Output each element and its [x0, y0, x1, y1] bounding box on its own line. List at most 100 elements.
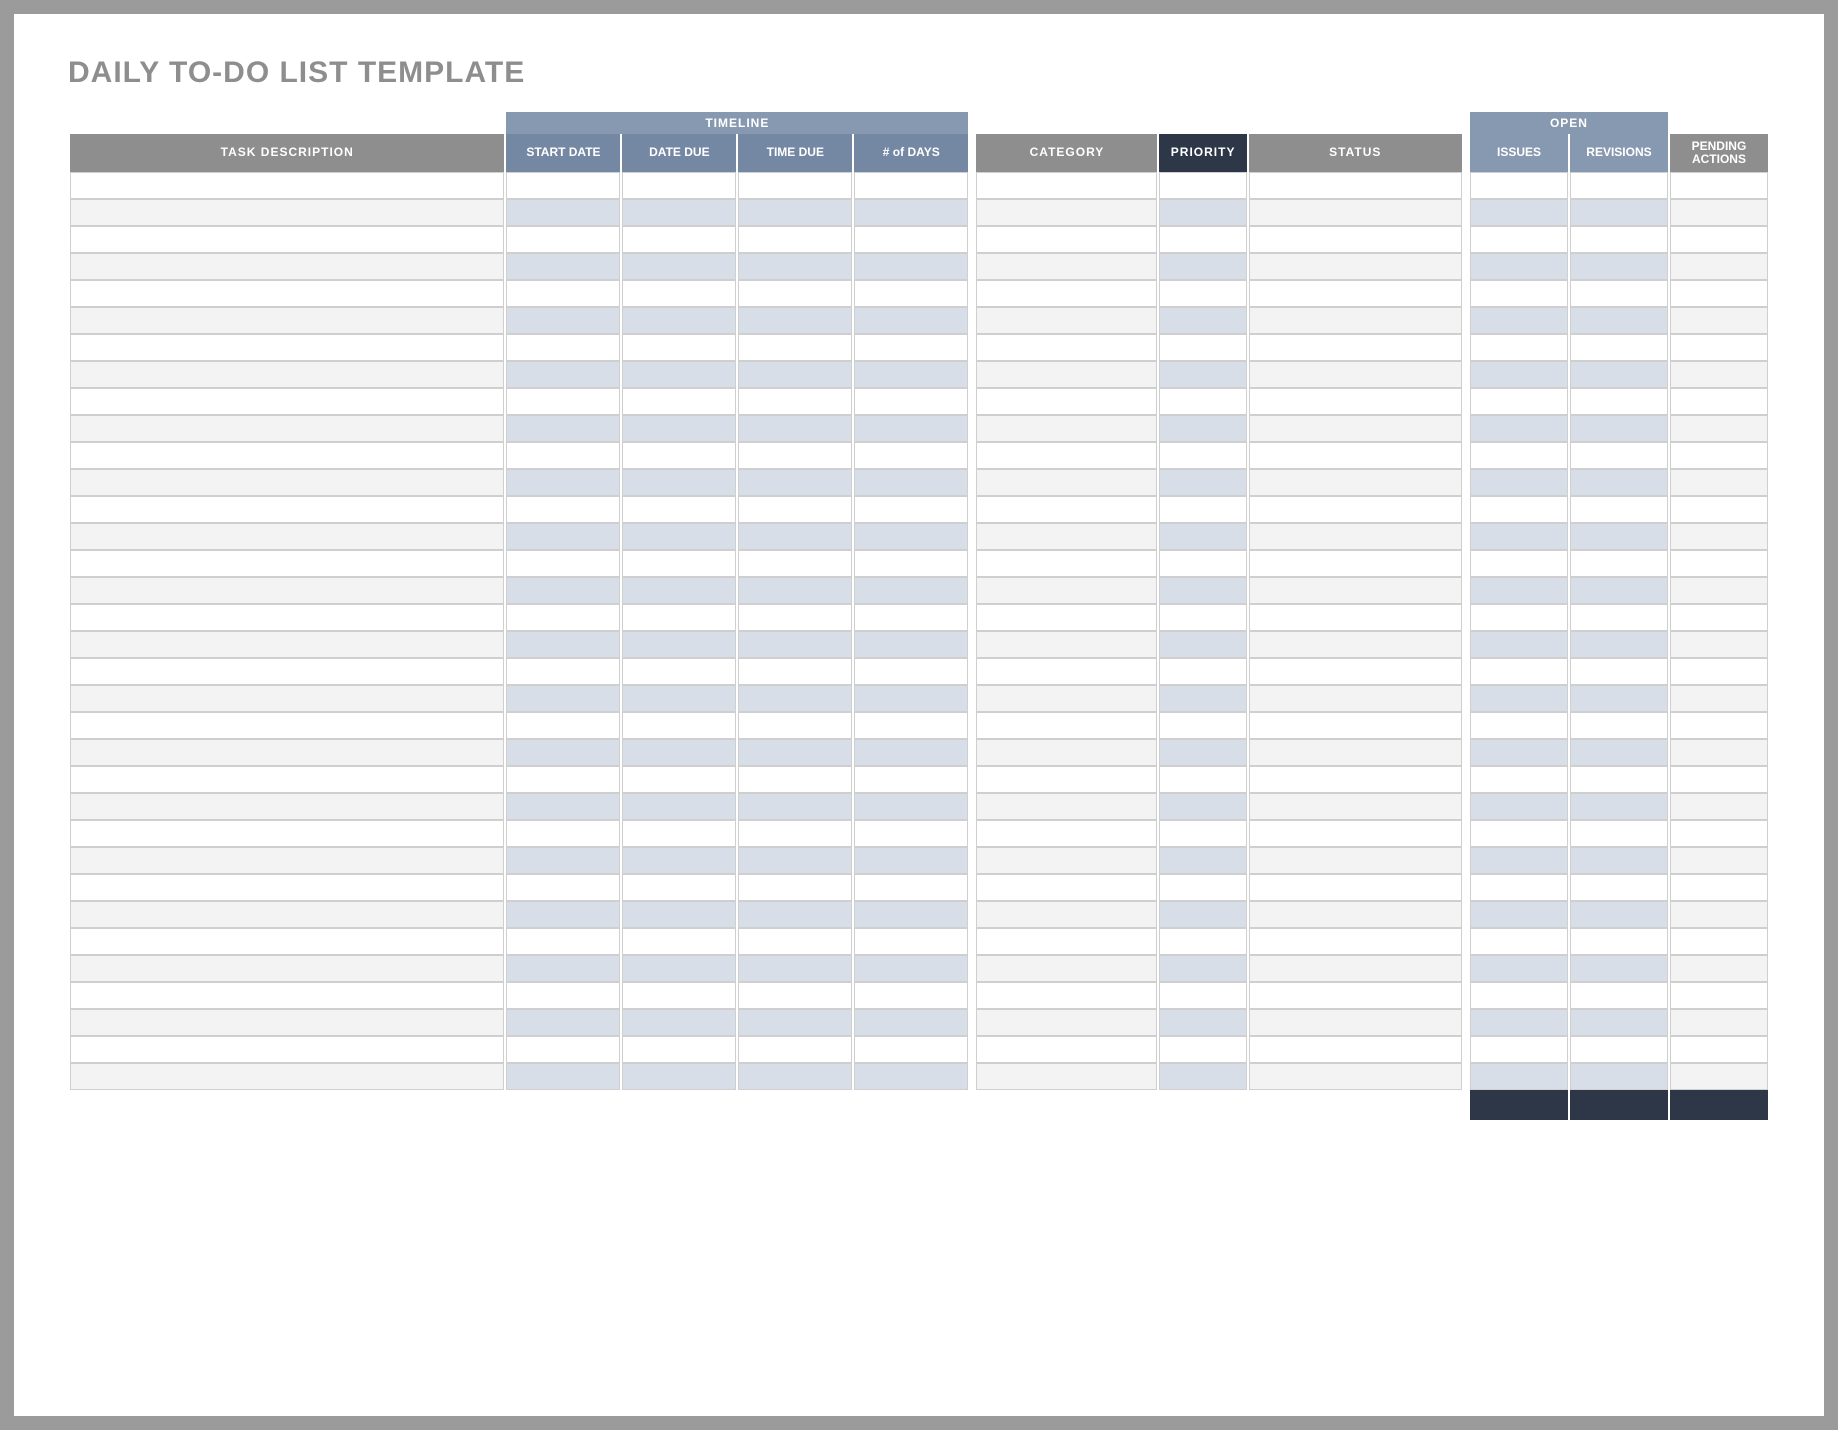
cell-start-date[interactable]: [506, 604, 620, 631]
cell-issues[interactable]: [1470, 280, 1568, 307]
cell-pending-actions[interactable]: [1670, 820, 1768, 847]
cell-category[interactable]: [976, 253, 1157, 280]
cell-pending-actions[interactable]: [1670, 253, 1768, 280]
cell-issues[interactable]: [1470, 172, 1568, 199]
cell-start-date[interactable]: [506, 442, 620, 469]
cell-priority[interactable]: [1159, 577, 1246, 604]
cell-revisions[interactable]: [1570, 415, 1668, 442]
cell-status[interactable]: [1249, 658, 1462, 685]
cell-num-days[interactable]: [854, 469, 968, 496]
cell-time-due[interactable]: [738, 307, 852, 334]
cell-category[interactable]: [976, 388, 1157, 415]
cell-category[interactable]: [976, 442, 1157, 469]
cell-num-days[interactable]: [854, 361, 968, 388]
cell-date-due[interactable]: [622, 577, 736, 604]
cell-time-due[interactable]: [738, 199, 852, 226]
cell-num-days[interactable]: [854, 901, 968, 928]
cell-num-days[interactable]: [854, 1009, 968, 1036]
cell-start-date[interactable]: [506, 199, 620, 226]
cell-task-description[interactable]: [70, 847, 504, 874]
cell-pending-actions[interactable]: [1670, 982, 1768, 1009]
cell-num-days[interactable]: [854, 523, 968, 550]
cell-revisions[interactable]: [1570, 388, 1668, 415]
cell-start-date[interactable]: [506, 874, 620, 901]
cell-category[interactable]: [976, 739, 1157, 766]
cell-pending-actions[interactable]: [1670, 874, 1768, 901]
cell-pending-actions[interactable]: [1670, 847, 1768, 874]
cell-date-due[interactable]: [622, 199, 736, 226]
cell-priority[interactable]: [1159, 955, 1246, 982]
cell-priority[interactable]: [1159, 253, 1246, 280]
cell-issues[interactable]: [1470, 982, 1568, 1009]
cell-revisions[interactable]: [1570, 604, 1668, 631]
cell-status[interactable]: [1249, 172, 1462, 199]
cell-category[interactable]: [976, 469, 1157, 496]
cell-revisions[interactable]: [1570, 442, 1668, 469]
cell-start-date[interactable]: [506, 712, 620, 739]
cell-revisions[interactable]: [1570, 982, 1668, 1009]
cell-time-due[interactable]: [738, 631, 852, 658]
cell-num-days[interactable]: [854, 685, 968, 712]
cell-start-date[interactable]: [506, 415, 620, 442]
cell-priority[interactable]: [1159, 982, 1246, 1009]
cell-task-description[interactable]: [70, 658, 504, 685]
cell-start-date[interactable]: [506, 982, 620, 1009]
cell-status[interactable]: [1249, 901, 1462, 928]
cell-task-description[interactable]: [70, 550, 504, 577]
cell-revisions[interactable]: [1570, 577, 1668, 604]
cell-issues[interactable]: [1470, 334, 1568, 361]
cell-revisions[interactable]: [1570, 334, 1668, 361]
cell-revisions[interactable]: [1570, 820, 1668, 847]
cell-date-due[interactable]: [622, 523, 736, 550]
cell-num-days[interactable]: [854, 1036, 968, 1063]
cell-revisions[interactable]: [1570, 280, 1668, 307]
cell-category[interactable]: [976, 361, 1157, 388]
cell-date-due[interactable]: [622, 739, 736, 766]
cell-task-description[interactable]: [70, 955, 504, 982]
cell-time-due[interactable]: [738, 982, 852, 1009]
cell-issues[interactable]: [1470, 1036, 1568, 1063]
cell-category[interactable]: [976, 1063, 1157, 1090]
cell-issues[interactable]: [1470, 793, 1568, 820]
cell-start-date[interactable]: [506, 361, 620, 388]
cell-category[interactable]: [976, 685, 1157, 712]
cell-status[interactable]: [1249, 982, 1462, 1009]
cell-revisions[interactable]: [1570, 469, 1668, 496]
cell-issues[interactable]: [1470, 631, 1568, 658]
cell-pending-actions[interactable]: [1670, 739, 1768, 766]
cell-status[interactable]: [1249, 1009, 1462, 1036]
cell-priority[interactable]: [1159, 901, 1246, 928]
cell-task-description[interactable]: [70, 631, 504, 658]
cell-num-days[interactable]: [854, 793, 968, 820]
cell-category[interactable]: [976, 280, 1157, 307]
cell-num-days[interactable]: [854, 226, 968, 253]
cell-time-due[interactable]: [738, 415, 852, 442]
cell-status[interactable]: [1249, 469, 1462, 496]
cell-category[interactable]: [976, 631, 1157, 658]
cell-task-description[interactable]: [70, 901, 504, 928]
cell-category[interactable]: [976, 604, 1157, 631]
cell-status[interactable]: [1249, 685, 1462, 712]
cell-category[interactable]: [976, 712, 1157, 739]
cell-time-due[interactable]: [738, 766, 852, 793]
cell-num-days[interactable]: [854, 928, 968, 955]
cell-status[interactable]: [1249, 820, 1462, 847]
cell-pending-actions[interactable]: [1670, 685, 1768, 712]
cell-task-description[interactable]: [70, 361, 504, 388]
cell-start-date[interactable]: [506, 388, 620, 415]
cell-pending-actions[interactable]: [1670, 955, 1768, 982]
cell-status[interactable]: [1249, 496, 1462, 523]
cell-category[interactable]: [976, 307, 1157, 334]
cell-start-date[interactable]: [506, 631, 620, 658]
cell-time-due[interactable]: [738, 361, 852, 388]
cell-issues[interactable]: [1470, 1009, 1568, 1036]
cell-task-description[interactable]: [70, 469, 504, 496]
cell-task-description[interactable]: [70, 442, 504, 469]
cell-date-due[interactable]: [622, 442, 736, 469]
cell-issues[interactable]: [1470, 847, 1568, 874]
cell-task-description[interactable]: [70, 874, 504, 901]
cell-status[interactable]: [1249, 442, 1462, 469]
cell-time-due[interactable]: [738, 280, 852, 307]
cell-priority[interactable]: [1159, 712, 1246, 739]
cell-issues[interactable]: [1470, 307, 1568, 334]
